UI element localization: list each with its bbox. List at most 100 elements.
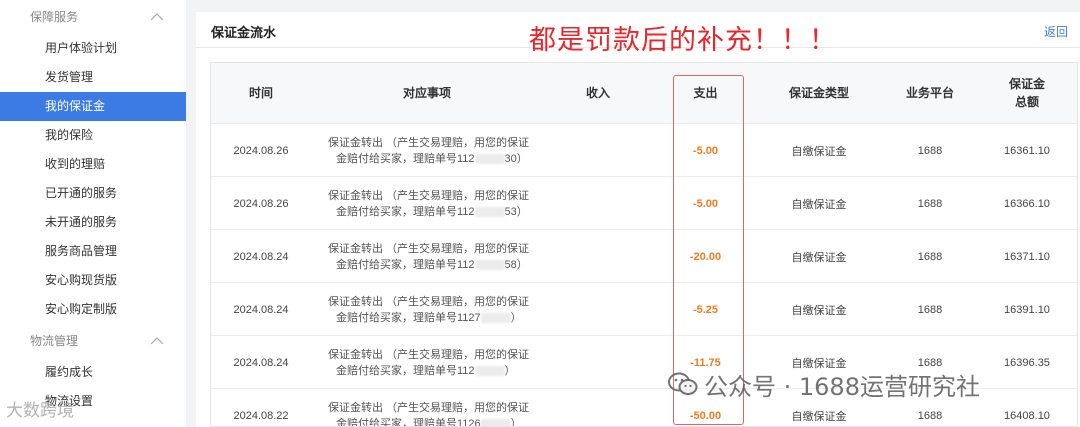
table-row: 2024.08.26 保证金转出 （产生交易理赔，用您的保证 金赔付给买家，理赔单号… <box>211 176 1077 229</box>
redacted-block <box>480 312 511 323</box>
cell-item: 保证金转出 （产生交易理赔，用您的保证金赔付给买家，理赔单号112 53） <box>328 177 543 230</box>
cell-time: 2024.08.26 <box>233 197 289 210</box>
redacted-block <box>474 206 505 217</box>
cell-item-line2-suffix: ） <box>504 364 516 377</box>
wechat-icon <box>668 372 698 395</box>
chevron-up-icon <box>150 13 164 21</box>
sidebar-group-logistics[interactable]: 物流管理 <box>0 324 186 358</box>
header-time: 时间 <box>248 86 273 100</box>
table-row: 2024.08.24 保证金转出 （产生交易理赔，用您的保证 金赔付给买家，理赔单号… <box>211 282 1077 335</box>
cell-income <box>543 124 653 177</box>
cell-item-line2-prefix: 金赔付给买家，理赔单号1127 <box>336 311 481 324</box>
sidebar-group-guarantee[interactable]: 保障服务 <box>0 0 186 34</box>
cell-item: 保证金转出 （产生交易理赔，用您的保证金赔付给买家，理赔单号112 58） <box>328 230 543 283</box>
sidebar-item-claims-received[interactable]: 收到的理赔 <box>0 150 186 179</box>
cell-time: 2024.08.22 <box>233 409 289 422</box>
wechat-watermark: 公众号 · 1688运营研究社 <box>668 369 980 401</box>
cell-platform: 1688 <box>917 250 943 263</box>
cell-time: 2024.08.24 <box>233 250 289 263</box>
cell-total: 16408.10 <box>1004 409 1050 422</box>
cell-total: 16361.10 <box>1004 144 1050 157</box>
header-expense: 支出 <box>693 86 718 100</box>
sidebar-item-user-experience[interactable]: 用户体验计划 <box>0 34 186 63</box>
cell-expense: -5.00 <box>692 144 719 157</box>
header-income: 收入 <box>585 86 610 100</box>
cell-deposit-type: 自缴保证金 <box>791 251 847 264</box>
cell-income <box>543 177 653 230</box>
sidebar-item-anxin-stock[interactable]: 安心购现货版 <box>0 266 186 295</box>
sidebar-item-enabled-services[interactable]: 已开通的服务 <box>0 179 186 208</box>
cell-income <box>543 336 653 389</box>
cell-item: 保证金转出 （产生交易理赔，用您的保证 金赔付给买家，理赔单号112 ） <box>328 336 543 389</box>
cell-item-line1: 保证金转出 （产生交易理赔，用您的保证 <box>328 242 530 255</box>
cell-item-line2-suffix: ） <box>510 311 522 324</box>
cell-item-line2: 金赔付给买家，理赔单号1127 ） <box>328 310 536 326</box>
cell-platform: 1688 <box>917 144 943 157</box>
header-total-line1: 保证金 <box>1008 77 1045 91</box>
cell-deposit-type: 自缴保证金 <box>791 198 847 211</box>
cell-total: 16371.10 <box>1004 250 1050 263</box>
cell-item-line1: 保证金转出 （产生交易理赔，用您的保证 <box>328 401 530 414</box>
table-row: 2024.08.24 保证金转出 （产生交易理赔，用您的保证 金赔付给买家，理赔单号… <box>211 229 1077 282</box>
cell-item-line2-suffix: 58） <box>504 258 528 271</box>
cell-income <box>543 283 653 336</box>
cell-item-line2-prefix: 金赔付给买家，理赔单号1126 <box>336 417 481 427</box>
cell-total: 16396.35 <box>1004 356 1050 369</box>
cell-item-line1: 保证金转出 （产生交易理赔，用您的保证 <box>328 189 530 202</box>
sidebar-item-shipping[interactable]: 发货管理 <box>0 63 186 92</box>
header-item: 对应事项 <box>402 86 451 100</box>
cell-expense: -5.00 <box>692 197 719 210</box>
chevron-up-icon <box>150 337 164 345</box>
cell-item-line2: 金赔付给买家，理赔单号112 58） <box>328 257 536 273</box>
cell-total: 16391.10 <box>1004 303 1050 316</box>
sidebar-item-my-deposit[interactable]: 我的保证金 <box>0 92 186 121</box>
sidebar-item-fulfillment-growth[interactable]: 履约成长 <box>0 358 186 387</box>
cell-item-line2-suffix: ） <box>510 417 522 427</box>
cell-time: 2024.08.24 <box>233 356 289 369</box>
cell-time: 2024.08.26 <box>233 144 289 157</box>
page-title: 保证金流水 <box>211 25 277 40</box>
cell-item-line2: 金赔付给买家，理赔单号112 30） <box>328 151 536 167</box>
sidebar-item-disabled-services[interactable]: 未开通的服务 <box>0 208 186 237</box>
cell-deposit-type: 自缴保证金 <box>791 304 847 317</box>
cell-item: 保证金转出 （产生交易理赔，用您的保证金赔付给买家，理赔单号1127 ） <box>328 283 543 336</box>
cell-income <box>543 389 653 426</box>
cell-total: 16366.10 <box>1004 197 1050 210</box>
header-platform: 业务平台 <box>905 86 954 100</box>
redacted-block <box>474 259 505 270</box>
cell-item-line2-suffix: 53） <box>504 205 528 218</box>
cell-item: 保证金转出 （产生交易理赔，用您的保证金赔付给买家，理赔单号1126 ） <box>328 389 543 427</box>
sidebar-item-anxin-custom[interactable]: 安心购定制版 <box>0 295 186 324</box>
cell-item-line2-prefix: 金赔付给买家，理赔单号112 <box>336 364 475 377</box>
cell-expense: -5.25 <box>692 303 719 316</box>
redacted-block <box>474 153 505 164</box>
main-panel: 保证金流水 返回 时间 对应事项 收入 支出 保证金类型 业务平台 保证金 总额… <box>196 12 1080 427</box>
cell-item-line2-suffix: 30） <box>504 152 528 165</box>
cell-item: 保证金转出 （产生交易理赔，用您的保证金赔付给买家，理赔单号112 30） <box>328 124 543 177</box>
sidebar-item-my-insurance[interactable]: 我的保险 <box>0 121 186 150</box>
cell-item-line2: 金赔付给买家，理赔单号112 53） <box>328 204 536 220</box>
annotation-text: 都是罚款后的补充！！！ <box>529 25 837 56</box>
back-link[interactable]: 返回 <box>1044 23 1068 40</box>
cell-expense: -20.00 <box>689 250 722 263</box>
header-total: 保证金 总额 <box>980 63 1074 123</box>
header-deposit-type: 保证金类型 <box>788 86 849 100</box>
table-header: 时间 对应事项 收入 支出 保证金类型 业务平台 保证金 总额 <box>211 63 1077 123</box>
redacted-block <box>480 418 511 426</box>
cell-item-line2-prefix: 金赔付给买家，理赔单号112 <box>336 258 475 271</box>
table-row: 2024.08.26 保证金转出 （产生交易理赔，用您的保证 金赔付给买家，理赔单号… <box>211 123 1077 176</box>
cell-deposit-type: 自缴保证金 <box>791 145 847 158</box>
sidebar-item-service-products[interactable]: 服务商品管理 <box>0 237 186 266</box>
cell-item-line2-prefix: 金赔付给买家，理赔单号112 <box>336 152 475 165</box>
redacted-block <box>474 365 505 376</box>
sidebar-group-label: 保障服务 <box>30 10 79 24</box>
cell-income <box>543 230 653 283</box>
cell-item-line1: 保证金转出 （产生交易理赔，用您的保证 <box>328 136 530 149</box>
wechat-watermark-text: 公众号 · 1688运营研究社 <box>704 372 980 401</box>
sidebar: 保障服务 用户体验计划 发货管理 我的保证金 我的保险 收到的理赔 已开通的服务… <box>0 0 186 427</box>
cell-time: 2024.08.24 <box>233 303 289 316</box>
cell-platform: 1688 <box>917 303 943 316</box>
cell-item-line2-prefix: 金赔付给买家，理赔单号112 <box>336 205 475 218</box>
cell-item-line1: 保证金转出 （产生交易理赔，用您的保证 <box>328 295 530 308</box>
sidebar-group-label: 物流管理 <box>30 334 79 348</box>
